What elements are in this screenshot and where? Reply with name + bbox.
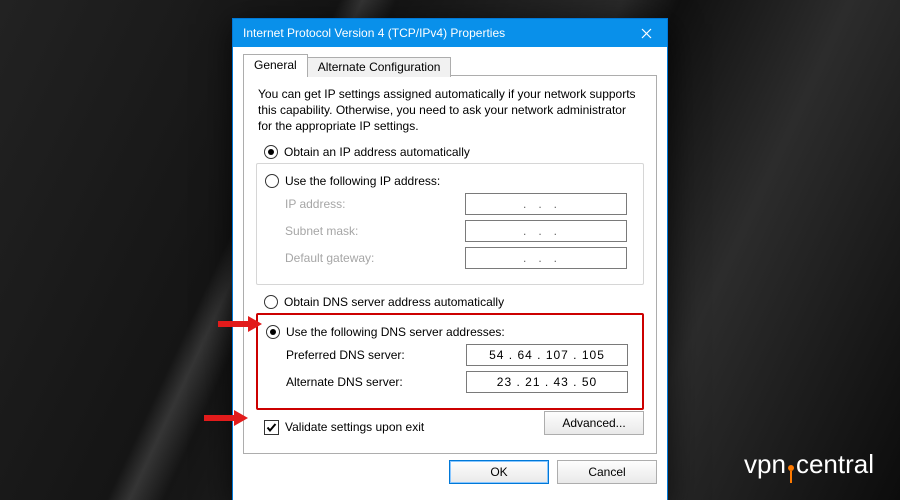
radio-dns-auto-label: Obtain DNS server address automatically bbox=[284, 295, 504, 309]
titlebar[interactable]: Internet Protocol Version 4 (TCP/IPv4) P… bbox=[233, 19, 667, 47]
preferred-dns-input[interactable]: 54 . 64 . 107 . 105 bbox=[466, 344, 628, 366]
pin-icon bbox=[788, 447, 794, 478]
close-button[interactable] bbox=[625, 19, 667, 47]
subnet-mask-input: ... bbox=[465, 220, 627, 242]
ip-group: Use the following IP address: IP address… bbox=[256, 163, 644, 285]
checkbox-icon bbox=[264, 420, 279, 435]
default-gateway-label: Default gateway: bbox=[285, 251, 465, 265]
radio-icon bbox=[266, 325, 280, 339]
subnet-mask-label: Subnet mask: bbox=[285, 224, 465, 238]
validate-settings-label: Validate settings upon exit bbox=[285, 420, 424, 434]
screenshot-stage: Internet Protocol Version 4 (TCP/IPv4) P… bbox=[0, 0, 900, 500]
client-area: General Alternate Configuration You can … bbox=[233, 47, 667, 494]
window-title: Internet Protocol Version 4 (TCP/IPv4) P… bbox=[243, 26, 505, 40]
radio-dns-auto[interactable]: Obtain DNS server address automatically bbox=[264, 295, 644, 309]
radio-icon bbox=[264, 295, 278, 309]
description-text: You can get IP settings assigned automat… bbox=[258, 86, 642, 135]
annotation-arrow-icon bbox=[202, 409, 248, 427]
radio-dns-manual-label: Use the following DNS server addresses: bbox=[286, 325, 505, 339]
row-ip-address: IP address: ... bbox=[285, 193, 633, 215]
radio-ip-manual[interactable]: Use the following IP address: bbox=[265, 174, 633, 188]
close-icon bbox=[641, 28, 652, 39]
watermark-right: central bbox=[796, 449, 874, 480]
preferred-dns-label: Preferred DNS server: bbox=[286, 348, 466, 362]
radio-icon bbox=[265, 174, 279, 188]
tab-alternate-configuration[interactable]: Alternate Configuration bbox=[307, 57, 452, 77]
dns-group: Use the following DNS server addresses: … bbox=[256, 313, 644, 410]
ok-button[interactable]: OK bbox=[449, 460, 549, 484]
radio-icon bbox=[264, 145, 278, 159]
row-alternate-dns: Alternate DNS server: 23 . 21 . 43 . 50 bbox=[286, 371, 632, 393]
watermark-left: vpn bbox=[744, 449, 786, 480]
default-gateway-input: ... bbox=[465, 247, 627, 269]
tab-strip: General Alternate Configuration bbox=[243, 53, 657, 76]
tab-general[interactable]: General bbox=[243, 54, 308, 76]
ip-address-label: IP address: bbox=[285, 197, 465, 211]
radio-ip-auto-label: Obtain an IP address automatically bbox=[284, 145, 470, 159]
radio-dns-manual[interactable]: Use the following DNS server addresses: bbox=[266, 325, 632, 339]
ip-address-input: ... bbox=[465, 193, 627, 215]
watermark-logo: vpn central bbox=[744, 449, 874, 480]
row-preferred-dns: Preferred DNS server: 54 . 64 . 107 . 10… bbox=[286, 344, 632, 366]
alternate-dns-input[interactable]: 23 . 21 . 43 . 50 bbox=[466, 371, 628, 393]
cancel-button[interactable]: Cancel bbox=[557, 460, 657, 484]
annotation-arrow-icon bbox=[216, 315, 262, 333]
dialog-button-row: OK Cancel bbox=[243, 460, 657, 484]
radio-ip-manual-label: Use the following IP address: bbox=[285, 174, 440, 188]
tab-body-general: You can get IP settings assigned automat… bbox=[243, 76, 657, 454]
ipv4-properties-dialog: Internet Protocol Version 4 (TCP/IPv4) P… bbox=[232, 18, 668, 500]
alternate-dns-label: Alternate DNS server: bbox=[286, 375, 466, 389]
radio-ip-auto[interactable]: Obtain an IP address automatically bbox=[264, 145, 644, 159]
advanced-button[interactable]: Advanced... bbox=[544, 411, 644, 435]
row-default-gateway: Default gateway: ... bbox=[285, 247, 633, 269]
row-subnet-mask: Subnet mask: ... bbox=[285, 220, 633, 242]
